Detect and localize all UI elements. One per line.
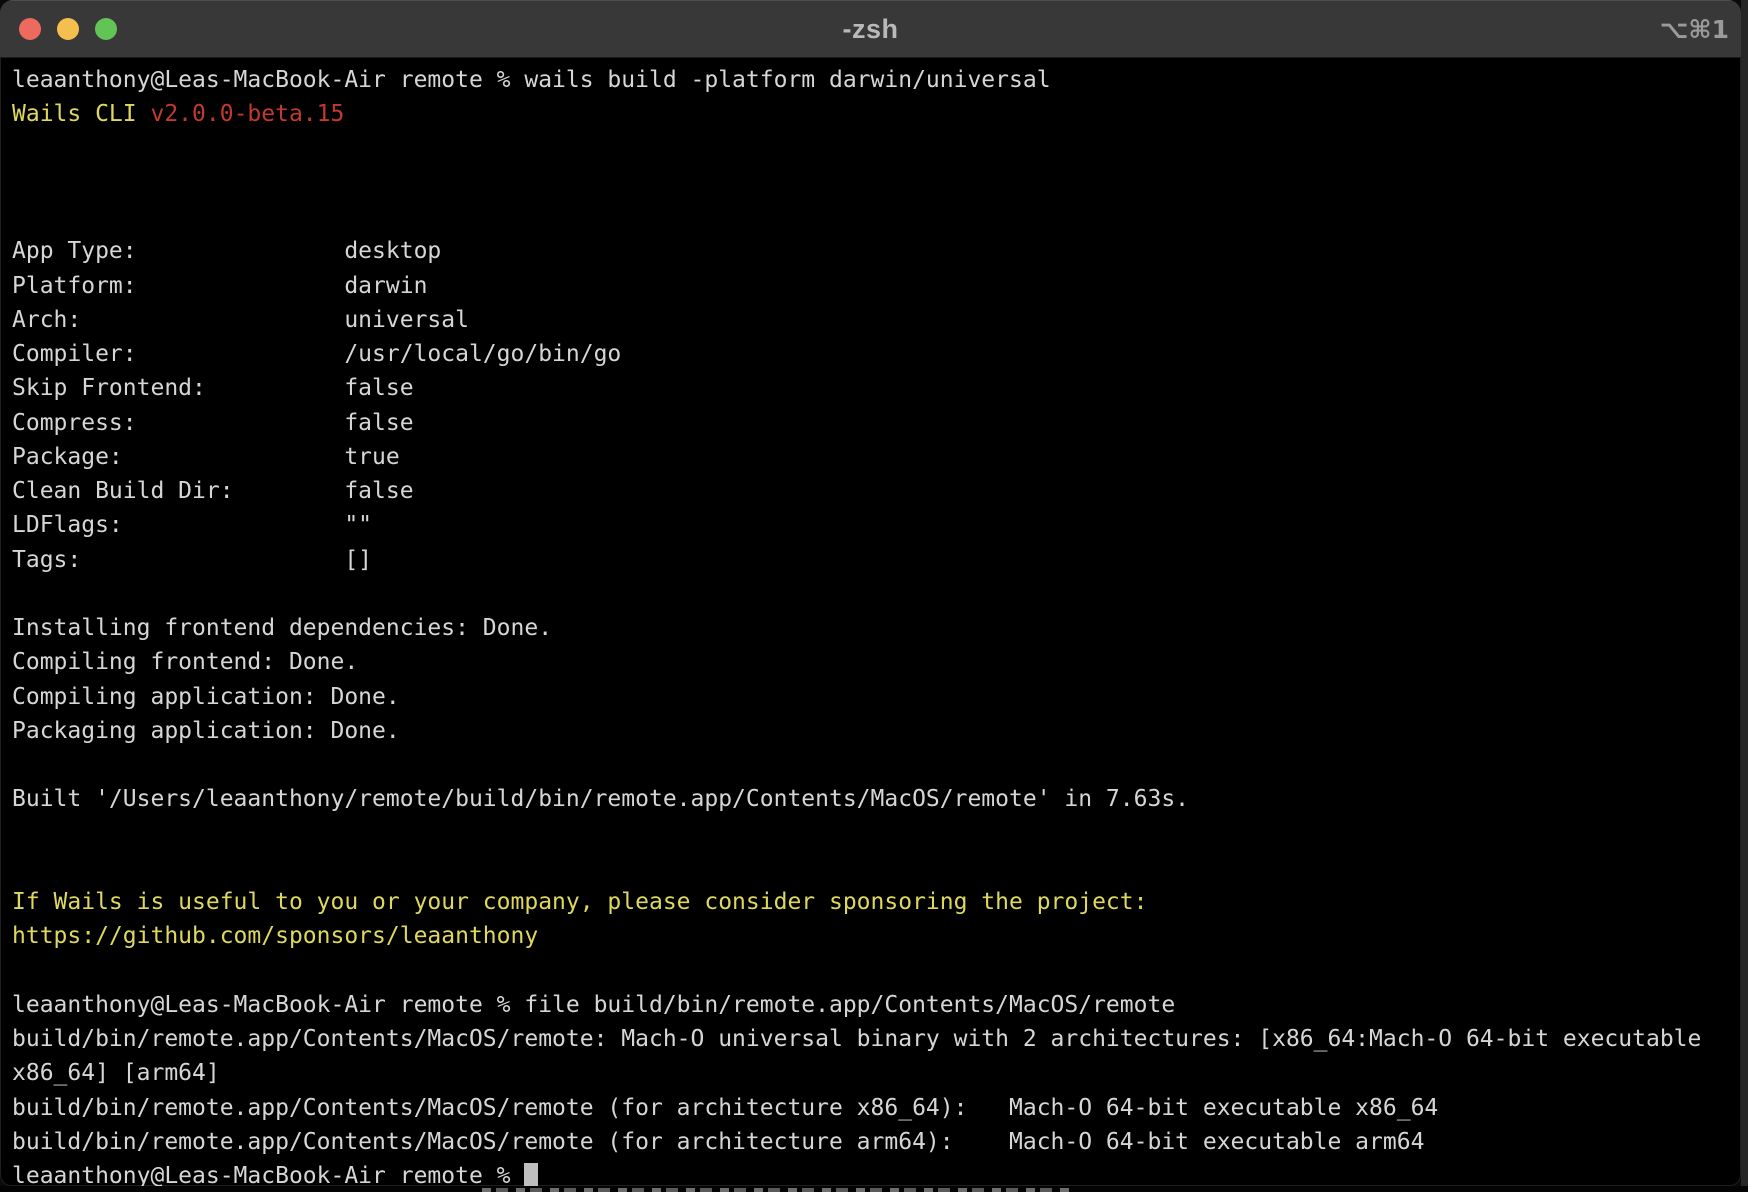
- terminal-line: Package: true: [12, 440, 1741, 474]
- terminal-text-segment: Platform: darwin: [12, 273, 427, 299]
- terminal-text-segment: build/bin/remote.app/Contents/MacOS/remo…: [12, 1129, 1424, 1155]
- terminal-text-segment: Skip Frontend: false: [12, 375, 414, 401]
- terminal-window: -zsh ⌥⌘1 leaanthony@Leas-MacBook-Air rem…: [0, 0, 1741, 1186]
- terminal-text-segment: leaanthony@Leas-MacBook-Air remote % wai…: [12, 67, 1051, 93]
- terminal-text-segment: Arch: universal: [12, 307, 469, 333]
- terminal-line: leaanthony@Leas-MacBook-Air remote %: [12, 1159, 1741, 1186]
- terminal-text-segment: Built '/Users/leaanthony/remote/build/bi…: [12, 786, 1189, 812]
- terminal-line: Platform: darwin: [12, 269, 1741, 303]
- terminal-text-segment: Packaging application: Done.: [12, 718, 400, 744]
- terminal-line: Compiling application: Done.: [12, 680, 1741, 714]
- terminal-text-segment: build/bin/remote.app/Contents/MacOS/remo…: [12, 1026, 1701, 1052]
- terminal-line: LDFlags: "": [12, 508, 1741, 542]
- terminal-text-segment: https://github.com/sponsors/leaanthony: [12, 923, 538, 949]
- terminal-text-segment: x86_64] [arm64]: [12, 1060, 220, 1086]
- terminal-line: x86_64] [arm64]: [12, 1056, 1741, 1090]
- terminal-screen[interactable]: leaanthony@Leas-MacBook-Air remote % wai…: [0, 58, 1741, 1186]
- terminal-line: leaanthony@Leas-MacBook-Air remote % wai…: [12, 63, 1741, 97]
- terminal-text-segment: Compress: false: [12, 410, 414, 436]
- window-title: -zsh: [0, 14, 1741, 45]
- terminal-line: https://github.com/sponsors/leaanthony: [12, 919, 1741, 953]
- terminal-text-segment: App Type: desktop: [12, 238, 441, 264]
- terminal-text-segment: build/bin/remote.app/Contents/MacOS/remo…: [12, 1095, 1438, 1121]
- terminal-text-segment: Compiling frontend: Done.: [12, 649, 358, 675]
- terminal-text-segment: If Wails is useful to you or your compan…: [12, 889, 1147, 915]
- terminal-text-segment: Compiling application: Done.: [12, 684, 400, 710]
- terminal-line: Built '/Users/leaanthony/remote/build/bi…: [12, 782, 1741, 816]
- terminal-line: [12, 954, 1741, 988]
- clipped-background-text-strip: [0, 1186, 1748, 1192]
- terminal-line: [12, 166, 1741, 200]
- terminal-line: If Wails is useful to you or your compan…: [12, 885, 1741, 919]
- text-cursor: [524, 1163, 538, 1186]
- terminal-line: Compress: false: [12, 406, 1741, 440]
- terminal-text-segment: leaanthony@Leas-MacBook-Air remote % fil…: [12, 992, 1175, 1018]
- terminal-text-segment: Wails CLI: [12, 101, 150, 127]
- terminal-line: Tags: []: [12, 543, 1741, 577]
- clipped-text-fragments: [482, 1188, 1072, 1192]
- terminal-line: build/bin/remote.app/Contents/MacOS/remo…: [12, 1125, 1741, 1159]
- terminal-line: [12, 577, 1741, 611]
- terminal-line: build/bin/remote.app/Contents/MacOS/remo…: [12, 1091, 1741, 1125]
- terminal-line: Packaging application: Done.: [12, 714, 1741, 748]
- terminal-text-segment: Package: true: [12, 444, 400, 470]
- background-window-edge: [1741, 0, 1748, 1186]
- terminal-line: [12, 748, 1741, 782]
- terminal-line: leaanthony@Leas-MacBook-Air remote % fil…: [12, 988, 1741, 1022]
- terminal-line: [12, 200, 1741, 234]
- terminal-line: [12, 132, 1741, 166]
- terminal-text-segment: leaanthony@Leas-MacBook-Air remote %: [12, 1163, 524, 1186]
- terminal-line: App Type: desktop: [12, 234, 1741, 268]
- terminal-text-segment: LDFlags: "": [12, 512, 372, 538]
- terminal-line: Arch: universal: [12, 303, 1741, 337]
- terminal-line: Compiling frontend: Done.: [12, 645, 1741, 679]
- terminal-line: Installing frontend dependencies: Done.: [12, 611, 1741, 645]
- terminal-line: Skip Frontend: false: [12, 371, 1741, 405]
- titlebar[interactable]: -zsh ⌥⌘1: [0, 0, 1741, 58]
- terminal-text-segment: Installing frontend dependencies: Done.: [12, 615, 552, 641]
- terminal-line: [12, 851, 1741, 885]
- terminal-text-segment: Tags: []: [12, 547, 372, 573]
- terminal-text-segment: v2.0.0-beta.15: [150, 101, 344, 127]
- terminal-text-segment: Compiler: /usr/local/go/bin/go: [12, 341, 621, 367]
- window-shortcut-badge: ⌥⌘1: [1660, 1, 1729, 57]
- terminal-text-segment: Clean Build Dir: false: [12, 478, 414, 504]
- terminal-line: build/bin/remote.app/Contents/MacOS/remo…: [12, 1022, 1741, 1056]
- terminal-line: [12, 817, 1741, 851]
- terminal-line: Wails CLI v2.0.0-beta.15: [12, 97, 1741, 131]
- terminal-line: Clean Build Dir: false: [12, 474, 1741, 508]
- terminal-line: Compiler: /usr/local/go/bin/go: [12, 337, 1741, 371]
